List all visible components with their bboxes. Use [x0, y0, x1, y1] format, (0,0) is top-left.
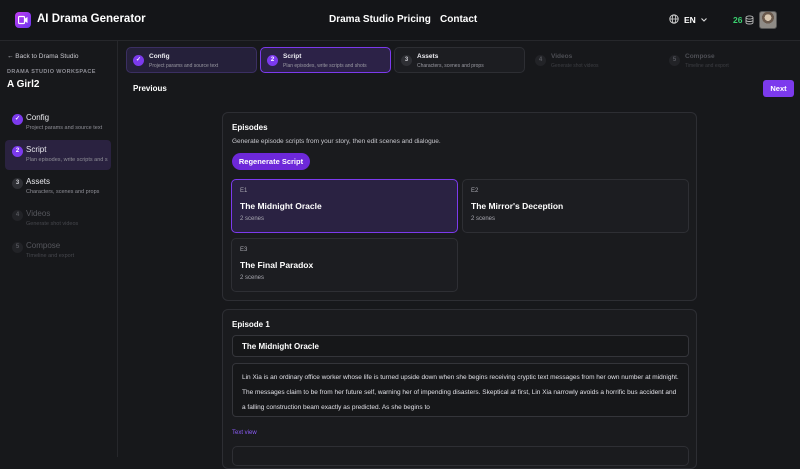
episode-number: E1: [240, 188, 248, 194]
episode-card-e2[interactable]: E2 The Mirror's Deception 2 scenes: [462, 179, 689, 233]
sidebar-step-title: Compose: [26, 241, 61, 250]
stepper-subtitle: Timeline and export: [685, 63, 729, 69]
top-bar: AI Drama Generator Drama Studio Pricing …: [0, 0, 800, 41]
sidebar-step-compose: 5 Compose Timeline and export: [5, 236, 111, 266]
episodes-heading: Episodes: [232, 123, 268, 132]
app-logo-icon[interactable]: [15, 12, 31, 28]
episode-card-e1[interactable]: E1 The Midnight Oracle 2 scenes: [231, 179, 458, 233]
language-selector[interactable]: EN: [684, 15, 696, 25]
text-view-link[interactable]: Text view: [232, 430, 257, 436]
nav-contact[interactable]: Contact: [440, 14, 477, 25]
brand-name[interactable]: AI Drama Generator: [37, 13, 146, 25]
stepper-subtitle: Project params and source text: [149, 63, 219, 69]
stepper-compose: 5 Compose Timeline and export: [662, 47, 793, 73]
episode-scene-count: 2 scenes: [240, 275, 265, 281]
step-number: 3: [12, 178, 23, 189]
episode-synopsis-textarea[interactable]: Lin Xia is an ordinary office worker who…: [232, 363, 689, 417]
step-number: 4: [535, 55, 546, 66]
stepper-subtitle: Plan episodes, write scripts and shots: [283, 63, 367, 69]
sidebar-step-title: Videos: [26, 209, 51, 218]
stepper-config[interactable]: ✓ Config Project params and source text: [126, 47, 257, 73]
episode-title-input[interactable]: The Midnight Oracle: [232, 335, 689, 357]
episode-number: E2: [471, 188, 479, 194]
globe-icon[interactable]: [669, 14, 679, 24]
sidebar-step-subtitle: Generate shot videos: [26, 221, 79, 227]
episode-card-e3[interactable]: E3 The Final Paradox 2 scenes: [231, 238, 458, 292]
sidebar-step-script[interactable]: 2 Script Plan episodes, write scripts an…: [5, 140, 111, 170]
stepper-title: Config: [149, 53, 170, 60]
episode-title: The Mirror's Deception: [471, 201, 564, 211]
stepper-script[interactable]: 2 Script Plan episodes, write scripts an…: [260, 47, 391, 73]
sidebar-step-config[interactable]: ✓ Config Project params and source text: [5, 108, 111, 138]
project-title: A Girl2: [7, 79, 40, 90]
nav-drama-studio[interactable]: Drama Studio: [329, 14, 394, 25]
sidebar-step-subtitle: Timeline and export: [26, 253, 75, 259]
stepper-subtitle: Generate shot videos: [551, 63, 599, 69]
episode-detail-heading: Episode 1: [232, 320, 270, 329]
sidebar-step-assets[interactable]: 3 Assets Characters, scenes and props: [5, 172, 111, 202]
nav-pricing[interactable]: Pricing: [397, 14, 431, 25]
episode-title: The Final Paradox: [240, 260, 314, 270]
chevron-down-icon[interactable]: [700, 16, 708, 24]
episode-scene-count: 2 scenes: [471, 216, 496, 222]
progress-stepper: ✓ Config Project params and source text …: [118, 41, 800, 78]
step-number: 5: [669, 55, 680, 66]
sidebar-step-title: Assets: [26, 177, 51, 186]
stepper-videos: 4 Videos Generate shot videos: [528, 47, 659, 73]
previous-button[interactable]: Previous: [133, 84, 167, 93]
sidebar-step-subtitle: Characters, scenes and props: [26, 189, 100, 195]
sidebar-step-title: Script: [26, 145, 47, 154]
next-button[interactable]: Next: [763, 80, 794, 97]
sidebar: ← Back to Drama Studio DRAMA STUDIO WORK…: [0, 41, 118, 457]
coin-icon: [745, 15, 754, 25]
episode-title: The Midnight Oracle: [240, 201, 322, 211]
step-number: 2: [12, 146, 23, 157]
episodes-panel: Episodes Generate episode scripts from y…: [222, 112, 697, 301]
back-to-drama-studio-link[interactable]: ← Back to Drama Studio: [7, 53, 79, 60]
stepper-subtitle: Characters, scenes and props: [417, 63, 484, 69]
episode-detail-panel: Episode 1 The Midnight Oracle Lin Xia is…: [222, 309, 697, 469]
stepper-title: Compose: [685, 53, 715, 60]
regenerate-script-button[interactable]: Regenerate Script: [232, 153, 310, 170]
stepper-title: Assets: [417, 53, 439, 60]
workspace-label: DRAMA STUDIO WORKSPACE: [7, 69, 96, 75]
sidebar-step-subtitle: Plan episodes, write scripts and shots: [26, 157, 108, 163]
check-icon: ✓: [133, 55, 144, 66]
step-number: 5: [12, 242, 23, 253]
stepper-assets[interactable]: 3 Assets Characters, scenes and props: [394, 47, 525, 73]
sidebar-step-title: Config: [26, 113, 50, 122]
step-number: 2: [267, 55, 278, 66]
episode-number: E3: [240, 247, 248, 253]
user-avatar[interactable]: [759, 11, 777, 29]
stepper-title: Script: [283, 53, 302, 60]
credits-count: 26: [733, 15, 743, 25]
episode-scene-count: 2 scenes: [240, 216, 265, 222]
stepper-title: Videos: [551, 53, 573, 60]
step-number: 4: [12, 210, 23, 221]
step-number: 3: [401, 55, 412, 66]
sidebar-step-subtitle: Project params and source text: [26, 125, 103, 131]
scene-section: [232, 446, 689, 466]
sidebar-step-videos: 4 Videos Generate shot videos: [5, 204, 111, 234]
episodes-subtitle: Generate episode scripts from your story…: [232, 138, 441, 145]
check-icon: ✓: [12, 114, 23, 125]
